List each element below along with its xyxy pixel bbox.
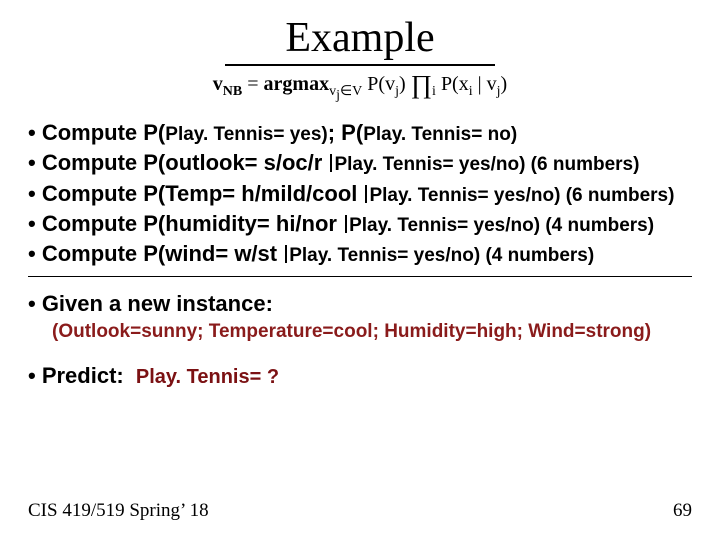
footer-page: 69 bbox=[673, 500, 692, 522]
pipe-icon bbox=[285, 245, 287, 263]
given-label: • Given a new instance: bbox=[28, 291, 692, 317]
footer: CIS 419/519 Spring’ 18 69 bbox=[28, 500, 692, 522]
pipe-icon bbox=[365, 185, 367, 203]
divider bbox=[28, 276, 692, 277]
line-4: • Compute P(humidity= hi/nor Play. Tenni… bbox=[28, 209, 692, 239]
pipe-icon bbox=[345, 215, 347, 233]
predict-label: • Predict: bbox=[28, 363, 124, 388]
title-underline bbox=[225, 64, 495, 66]
slide-title: Example bbox=[28, 14, 692, 62]
footer-course: CIS 419/519 Spring’ 18 bbox=[28, 500, 209, 522]
nb-formula: vNB = argmaxvj∈V P(vj) ∏i P(xi | vj) bbox=[28, 70, 692, 104]
line-1: • Compute P(Play. Tennis= yes); P(Play. … bbox=[28, 118, 692, 148]
line-2: • Compute P(outlook= s/oc/r Play. Tennis… bbox=[28, 148, 692, 178]
slide: Example vNB = argmaxvj∈V P(vj) ∏i P(xi |… bbox=[0, 0, 720, 540]
compute-block: • Compute P(Play. Tennis= yes); P(Play. … bbox=[28, 118, 692, 270]
predict-row: • Predict: Play. Tennis= ? bbox=[28, 363, 692, 389]
line-5: • Compute P(wind= w/st Play. Tennis= yes… bbox=[28, 239, 692, 269]
predict-value: Play. Tennis= ? bbox=[136, 366, 279, 388]
instance-text: (Outlook=sunny; Temperature=cool; Humidi… bbox=[52, 321, 692, 343]
pipe-icon bbox=[330, 154, 332, 172]
line-3: • Compute P(Temp= h/mild/cool Play. Tenn… bbox=[28, 179, 692, 209]
